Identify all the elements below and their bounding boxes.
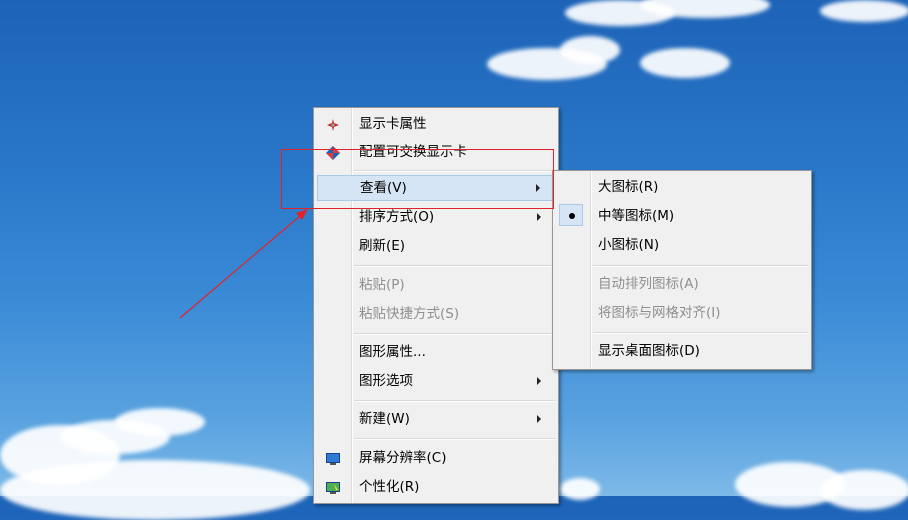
annotation-arrow xyxy=(179,209,308,319)
